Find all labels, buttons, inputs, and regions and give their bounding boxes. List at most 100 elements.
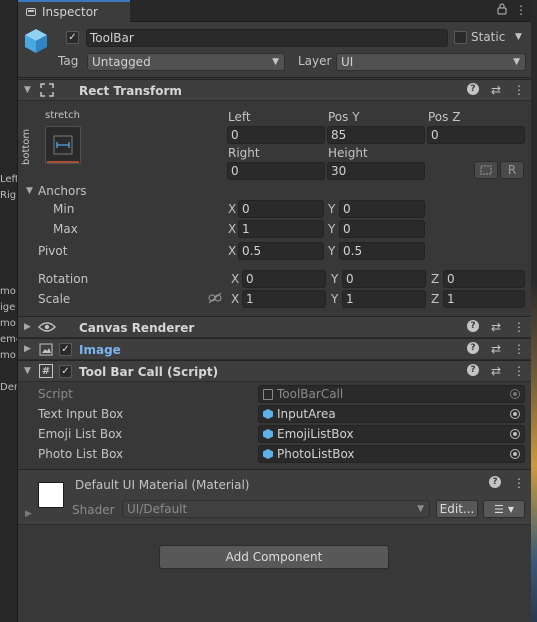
strip-fragment: eme <box>0 334 17 345</box>
gameobject-cube-icon <box>24 28 48 54</box>
photo-list-box-label: Photo List Box <box>38 447 124 461</box>
image-enabled-checkbox[interactable]: ✓ <box>59 343 72 356</box>
active-checkbox[interactable]: ✓ <box>66 31 79 44</box>
layer-dropdown[interactable]: UI ▼ <box>336 53 526 71</box>
kebab-menu-icon[interactable]: ⋮ <box>513 364 525 378</box>
name-field[interactable]: ToolBar <box>86 29 448 47</box>
tab-inspector[interactable]: Inspector <box>18 0 130 22</box>
object-picker-icon[interactable] <box>510 449 520 459</box>
edit-shader-button[interactable]: Edit... <box>436 500 478 518</box>
scene-hierarchy-strip: Left Righ mo ige mo eme mo Dem <box>0 0 18 622</box>
anchor-preset-button[interactable] <box>45 126 81 164</box>
layer-value: UI <box>341 55 354 69</box>
help-icon[interactable]: ? <box>466 83 479 95</box>
text-input-box-label: Text Input Box <box>38 407 124 421</box>
kebab-menu-icon[interactable]: ⋮ <box>513 342 525 356</box>
tag-label: Tag <box>58 54 79 68</box>
add-component-button[interactable]: Add Component <box>159 545 389 569</box>
scale-z-field[interactable]: 1 <box>443 290 525 308</box>
inspector-panel: Inspector ⋮ ✓ ToolBar Static ▼ Tag Untag… <box>18 0 531 622</box>
constrain-proportions-icon[interactable] <box>208 292 222 307</box>
blueprint-mode-button[interactable] <box>474 161 498 179</box>
preset-icon[interactable]: ⇄ <box>491 320 501 334</box>
layer-label: Layer <box>298 54 332 68</box>
gameobject-icon <box>263 429 273 439</box>
axis-y-label: Y <box>328 202 336 216</box>
preset-icon[interactable]: ⇄ <box>491 364 501 378</box>
canvas-renderer-header[interactable]: ▶ Canvas Renderer ? ⇄ ⋮ <box>18 316 531 338</box>
fold-down-icon[interactable]: ▼ <box>26 186 33 196</box>
fold-right-icon[interactable]: ▶ <box>24 322 31 332</box>
anchor-preset-top-label: stretch <box>45 110 80 121</box>
object-picker-icon[interactable] <box>510 409 520 419</box>
axis-x-label: X <box>228 202 237 216</box>
anchors-label: Anchors <box>38 184 87 198</box>
fold-down-icon[interactable]: ▼ <box>24 366 31 376</box>
scale-y-field[interactable]: 1 <box>342 290 426 308</box>
material-title: Default UI Material (Material) <box>75 478 250 492</box>
script-header[interactable]: ▼ # ✓ Tool Bar Call (Script) ? ⇄ ⋮ <box>18 360 531 382</box>
material-options-button[interactable]: ☰ ▼ <box>483 500 525 518</box>
axis-z-label: Z <box>431 292 440 306</box>
right-field[interactable]: 0 <box>227 162 325 180</box>
axis-y-label: Y <box>328 222 336 236</box>
rect-transform-header[interactable]: ▼ Rect Transform ? ⇄ ⋮ <box>18 79 531 101</box>
object-picker-icon[interactable] <box>510 429 520 439</box>
kebab-menu-icon[interactable]: ⋮ <box>513 83 525 97</box>
anchor-min-y-field[interactable]: 0 <box>339 200 425 218</box>
help-icon[interactable]: ? <box>466 364 479 376</box>
scale-label: Scale <box>38 292 71 306</box>
rotation-y-field[interactable]: 0 <box>342 270 426 288</box>
axis-x-label: X <box>228 244 237 258</box>
rotation-z-field[interactable]: 0 <box>443 270 525 288</box>
script-enabled-checkbox[interactable]: ✓ <box>59 365 72 378</box>
inspector-icon <box>26 8 36 16</box>
lock-icon[interactable] <box>497 3 507 18</box>
text-input-box-field[interactable]: InputArea <box>258 405 525 423</box>
rotation-x-field[interactable]: 0 <box>242 270 326 288</box>
rect-transform-icon <box>40 83 54 100</box>
help-icon[interactable]: ? <box>466 320 479 332</box>
anchor-max-x-field[interactable]: 1 <box>238 220 324 238</box>
tag-value: Untagged <box>92 55 151 69</box>
emoji-list-box-field[interactable]: EmojiListBox <box>258 425 525 443</box>
image-component-icon <box>39 343 53 359</box>
kebab-menu-icon[interactable]: ⋮ <box>515 3 527 18</box>
axis-y-label: Y <box>328 244 336 258</box>
shader-dropdown[interactable]: UI/Default ▼ <box>122 500 430 518</box>
left-field[interactable]: 0 <box>227 126 325 144</box>
anchor-preset-side-label: bottom <box>21 128 32 165</box>
rotation-label: Rotation <box>38 272 89 286</box>
kebab-menu-icon[interactable]: ⋮ <box>513 476 525 490</box>
tag-dropdown[interactable]: Untagged ▼ <box>87 53 285 71</box>
scale-x-field[interactable]: 1 <box>242 290 326 308</box>
scene-view-strip <box>531 0 537 622</box>
static-checkbox[interactable] <box>454 31 467 44</box>
anchor-max-y-field[interactable]: 0 <box>339 220 425 238</box>
field-value: InputArea <box>277 407 336 421</box>
help-icon[interactable]: ? <box>489 476 501 488</box>
image-header[interactable]: ▶ ✓ Image ? ⇄ ⋮ <box>18 338 531 360</box>
tab-label: Inspector <box>42 5 98 19</box>
help-icon[interactable]: ? <box>466 342 479 354</box>
fold-down-icon[interactable]: ▼ <box>24 85 31 95</box>
axis-y-label: Y <box>331 292 339 306</box>
pivot-x-field[interactable]: 0.5 <box>238 242 324 260</box>
col-label-height: Height <box>328 146 368 160</box>
anchor-min-x-field[interactable]: 0 <box>238 200 324 218</box>
fold-right-icon[interactable]: ▶ <box>24 344 31 354</box>
preset-icon[interactable]: ⇄ <box>491 83 501 97</box>
height-field[interactable]: 30 <box>327 162 425 180</box>
strip-fragment: mo <box>0 350 16 361</box>
preset-icon[interactable]: ⇄ <box>491 342 501 356</box>
pos-z-field[interactable]: 0 <box>427 126 525 144</box>
static-dropdown-caret-icon[interactable]: ▼ <box>515 32 522 42</box>
component-title: Image <box>79 343 121 357</box>
fold-right-icon[interactable]: ▶ <box>25 509 32 519</box>
pivot-y-field[interactable]: 0.5 <box>339 242 425 260</box>
kebab-menu-icon[interactable]: ⋮ <box>513 320 525 334</box>
max-label: Max <box>53 222 78 236</box>
photo-list-box-field[interactable]: PhotoListBox <box>258 445 525 463</box>
raw-edit-button[interactable]: R <box>500 161 524 179</box>
pos-y-field[interactable]: 85 <box>327 126 425 144</box>
